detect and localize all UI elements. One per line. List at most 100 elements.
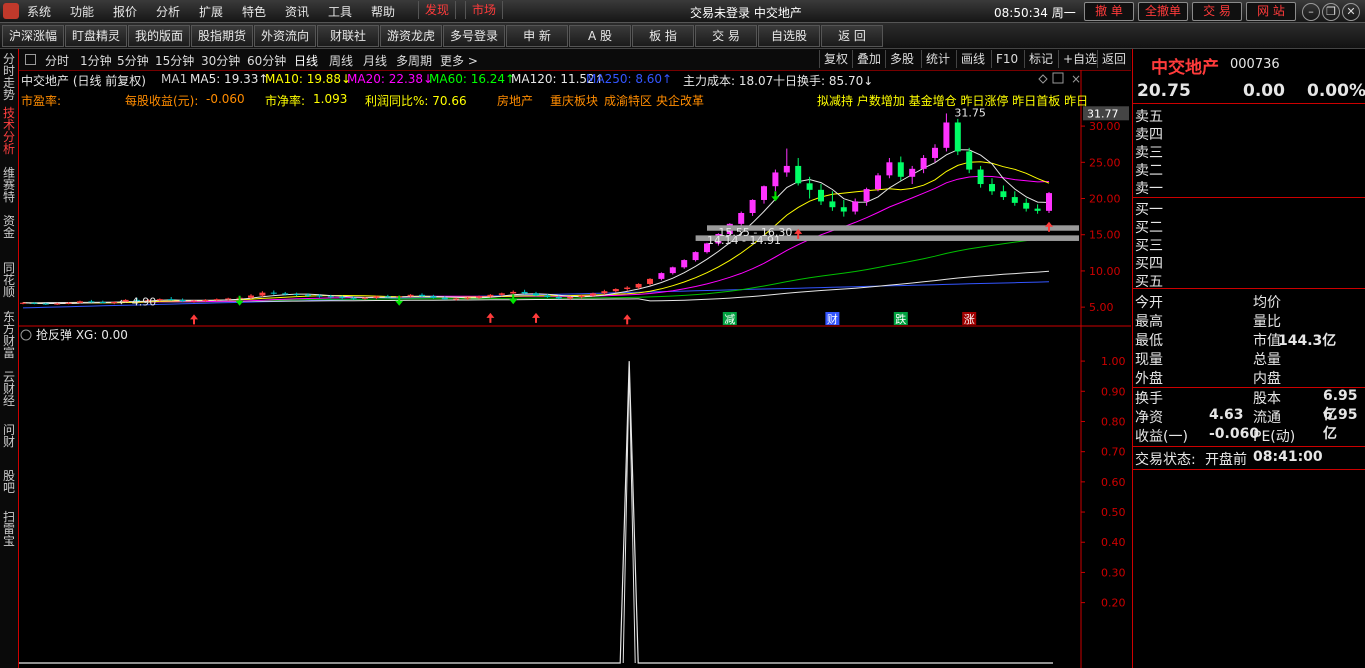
left-tab-5[interactable]: 东方财富 — [1, 311, 17, 359]
close-icon[interactable]: ✕ — [1342, 3, 1360, 21]
ask-level-label: 卖四 — [1135, 127, 1163, 143]
menu-feature[interactable]: 特色 — [242, 3, 266, 20]
left-tab-9[interactable]: 扫雷宝 — [1, 511, 17, 547]
tool-draw[interactable]: 画线 — [956, 50, 989, 68]
tool-overlay[interactable]: 叠加 — [852, 50, 885, 68]
tb-hot-money[interactable]: 游资龙虎 — [380, 25, 442, 47]
trade-button[interactable]: 交 易 — [1192, 2, 1242, 21]
tb-new-share[interactable]: 申 新 — [506, 25, 568, 47]
candle-body — [179, 299, 186, 302]
menu-analysis[interactable]: 分析 — [156, 3, 180, 20]
menu-news[interactable]: 资讯 — [285, 3, 309, 20]
candle-body — [533, 293, 539, 296]
candle-body — [362, 297, 368, 299]
tool-mark[interactable]: 标记 — [1024, 50, 1057, 68]
fund-indicator: -0.060 — [206, 92, 245, 106]
menu-function[interactable]: 功能 — [70, 3, 94, 20]
y-tick-label: 30.00 — [1089, 120, 1121, 133]
y-tick-label: 0.70 — [1101, 446, 1126, 459]
left-tab-7[interactable]: 问财 — [1, 424, 17, 448]
tb-watch-spirit[interactable]: 盯盘精灵 — [65, 25, 127, 47]
candle-body — [510, 291, 517, 294]
tb-trade[interactable]: 交 易 — [695, 25, 757, 47]
tool-add-watch[interactable]: +自选 — [1058, 50, 1101, 68]
eps-value: -0.060 — [1209, 426, 1260, 442]
period-5min[interactable]: 5分钟 — [117, 52, 149, 69]
website-button[interactable]: 网 站 — [1246, 2, 1296, 21]
menu-discover[interactable]: 发现 — [418, 1, 457, 19]
candle-body — [1046, 193, 1052, 211]
candle-body — [909, 168, 916, 177]
tool-stats[interactable]: 统计 — [921, 50, 954, 68]
float-label: 流通 — [1253, 410, 1281, 426]
net-assets-value: 4.63 — [1209, 407, 1244, 423]
tb-a-share[interactable]: A 股 — [569, 25, 631, 47]
period-timeshare[interactable]: 分时 — [45, 52, 69, 69]
stock-code: 000736 — [1230, 57, 1280, 72]
menu-help[interactable]: 帮助 — [371, 3, 395, 20]
period-60min[interactable]: 60分钟 — [247, 52, 286, 69]
candle-body — [225, 298, 232, 300]
stat-label: 最低 — [1135, 333, 1163, 349]
tb-futures[interactable]: 股指期货 — [191, 25, 253, 47]
period-multi[interactable]: 多周期 — [396, 52, 432, 69]
left-tab-0[interactable]: 分时走势 — [1, 53, 17, 101]
candle-body — [407, 294, 414, 297]
left-tab-6[interactable]: 云财经 — [1, 371, 17, 407]
menu-tools[interactable]: 工具 — [328, 3, 352, 20]
period-month[interactable]: 月线 — [363, 52, 387, 69]
tool-f10[interactable]: F10 — [991, 50, 1022, 68]
tb-foreign-flow[interactable]: 外资流向 — [254, 25, 316, 47]
tool-back[interactable]: 返回 — [1097, 50, 1130, 68]
ma10-line — [22, 161, 1050, 304]
left-tab-2[interactable]: 维赛特 — [1, 167, 17, 203]
y-tick-label: 0.50 — [1101, 506, 1126, 519]
left-tab-3[interactable]: 资金 — [1, 215, 17, 239]
period-30min[interactable]: 30分钟 — [201, 52, 240, 69]
menu-market[interactable]: 市场 — [465, 1, 504, 19]
cancel-all-button[interactable]: 全撤单 — [1138, 2, 1188, 21]
tb-multi-login[interactable]: 多号登录 — [443, 25, 505, 47]
candle-body — [840, 207, 847, 212]
period-15min[interactable]: 15分钟 — [155, 52, 194, 69]
period-1min[interactable]: 1分钟 — [80, 52, 112, 69]
ma-indicator: MA60: 16.24↑ — [429, 72, 516, 86]
candle-body — [373, 296, 380, 298]
menu-extend[interactable]: 扩展 — [199, 3, 223, 20]
candle-body — [578, 295, 585, 297]
tb-index-rank[interactable]: 沪深涨幅 — [2, 25, 64, 47]
tb-my-layout[interactable]: 我的版面 — [128, 25, 190, 47]
ma-indicator: 十日换手: 85.70↓ — [773, 74, 874, 88]
candle-body — [350, 297, 357, 299]
cancel-order-button[interactable]: 撤 单 — [1084, 2, 1134, 21]
minimize-icon[interactable]: – — [1302, 3, 1320, 21]
ask-level-label: 卖二 — [1135, 163, 1163, 179]
panel-toggle-icon[interactable] — [25, 54, 36, 65]
left-tab-1[interactable]: 技术分析 — [1, 107, 17, 155]
left-tab-4[interactable]: 同花顺 — [1, 262, 17, 298]
stat-label: 市值 — [1253, 333, 1281, 349]
restore-icon[interactable]: ❐ — [1322, 3, 1340, 21]
tool-multi-stock[interactable]: 多股 — [885, 50, 918, 68]
period-more[interactable]: 更多 > — [440, 52, 478, 69]
menu-quote[interactable]: 报价 — [113, 3, 137, 20]
candle-body — [156, 299, 163, 301]
period-day[interactable]: 日线 — [294, 52, 318, 69]
candle-body — [293, 294, 300, 296]
divider — [1133, 197, 1365, 198]
tb-cailianshe[interactable]: 财联社 — [317, 25, 379, 47]
menu-system[interactable]: 系统 — [27, 3, 51, 20]
candle-body — [31, 302, 38, 304]
stat-label: 量比 — [1253, 314, 1281, 330]
candle-body — [270, 292, 277, 294]
period-week[interactable]: 周线 — [329, 52, 353, 69]
candle-body — [476, 296, 482, 298]
tb-back[interactable]: 返 回 — [821, 25, 883, 47]
tool-restore-right[interactable]: 复权 — [819, 50, 852, 68]
fund-indicator: 成渝特区 — [604, 94, 653, 108]
candle-body — [521, 291, 528, 294]
candle-body — [1000, 191, 1007, 198]
tb-board-index[interactable]: 板 指 — [632, 25, 694, 47]
left-tab-8[interactable]: 股吧 — [1, 470, 17, 494]
tb-watchlist[interactable]: 自选股 — [758, 25, 820, 47]
